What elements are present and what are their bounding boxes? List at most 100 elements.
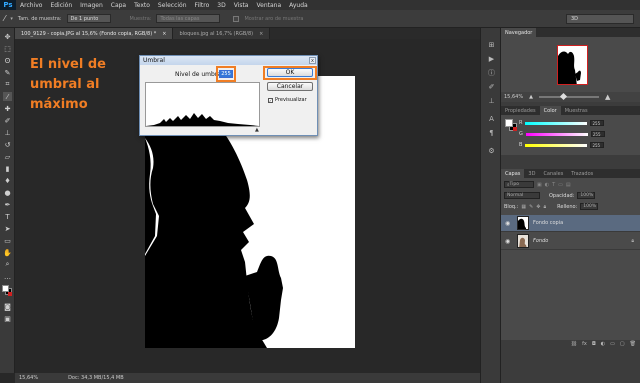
layer-kind-select[interactable]: ⌕ Tipo [504, 181, 534, 188]
nav-zoom-knob[interactable] [559, 92, 567, 101]
move-tool-icon[interactable]: ✥ [3, 32, 12, 41]
foreground-color-swatch[interactable] [2, 285, 9, 292]
mask-icon[interactable]: ◘ [592, 341, 596, 347]
info-panel-icon[interactable]: ⓘ [487, 68, 496, 77]
sample-size-select[interactable]: De 1 punto [66, 14, 111, 23]
threshold-slider-handle[interactable]: ▲ [255, 127, 259, 133]
tab-paths[interactable]: Trazados [567, 169, 597, 178]
close-tab-icon[interactable]: × [162, 31, 166, 37]
blend-mode-select[interactable]: Normal [504, 192, 540, 199]
green-value[interactable]: 255 [590, 131, 605, 137]
eye-icon[interactable]: ◉ [505, 238, 513, 245]
healing-tool-icon[interactable]: ✚ [3, 104, 12, 113]
zoom-tool-icon[interactable]: ⌕ [3, 260, 12, 269]
red-slider[interactable] [525, 121, 588, 125]
workspace-select[interactable]: 3D [566, 14, 634, 24]
menu-3d[interactable]: 3D [213, 2, 229, 9]
tool-presets-icon[interactable]: ⚙ [487, 146, 496, 155]
folder-icon[interactable]: ▭ [610, 341, 615, 347]
menu-texto[interactable]: Texto [130, 2, 154, 9]
tab-layers[interactable]: Capas [501, 169, 525, 178]
history-brush-tool-icon[interactable]: ↺ [3, 140, 12, 149]
hand-tool-icon[interactable]: ✋ [3, 248, 12, 257]
brush-panel-icon[interactable]: ✐ [487, 82, 496, 91]
dodge-tool-icon[interactable]: ● [3, 188, 12, 197]
navigator-thumbnail[interactable] [557, 45, 588, 85]
fill-field[interactable]: 100% [580, 203, 599, 210]
blue-value[interactable]: 255 [590, 142, 605, 148]
zoom-level[interactable]: 15,64% [19, 375, 38, 381]
tab-channels[interactable]: Canales [539, 169, 567, 178]
layer-row[interactable]: ◉ Fondo copia [501, 215, 640, 232]
shape-tool-icon[interactable]: ▭ [3, 236, 12, 245]
green-slider[interactable] [525, 132, 588, 136]
menu-vista[interactable]: Vista [230, 2, 253, 9]
lasso-tool-icon[interactable]: ʘ [3, 56, 12, 65]
tab-color[interactable]: Color [539, 106, 561, 115]
tab-3d[interactable]: 3D [524, 169, 539, 178]
cancel-button[interactable]: Cancelar [267, 82, 313, 91]
nav-zoom-value[interactable]: 15,64% [504, 94, 523, 100]
new-layer-icon[interactable]: ▢ [620, 341, 625, 347]
menu-filtro[interactable]: Filtro [191, 2, 214, 9]
screen-mode-icon[interactable]: ▣ [3, 314, 12, 323]
document-tab[interactable]: bloques.jpg al 16,7% (RGB/8) × [173, 28, 271, 39]
blur-tool-icon[interactable]: ♦ [3, 176, 12, 185]
eye-icon[interactable]: ◉ [505, 220, 513, 227]
lock-all-icon[interactable]: 🔒︎ [543, 204, 546, 210]
trash-icon[interactable]: 🗑︎ [630, 341, 636, 347]
crop-tool-icon[interactable]: ⌗ [3, 80, 12, 89]
type-tool-icon[interactable]: T [3, 212, 12, 221]
filter-smart-icon[interactable]: ▤ [566, 182, 571, 188]
fx-icon[interactable]: fx [582, 341, 587, 347]
nav-zoom-slider[interactable] [538, 92, 599, 101]
lock-pixels-icon[interactable]: ▦ [521, 204, 526, 210]
link-layers-icon[interactable]: ⛓ [571, 341, 577, 347]
pen-tool-icon[interactable]: ✒ [3, 200, 12, 209]
menu-ventana[interactable]: Ventana [252, 2, 285, 9]
menu-ayuda[interactable]: Ayuda [285, 2, 312, 9]
zoom-out-icon[interactable]: ▲ [529, 94, 533, 100]
ok-button[interactable]: OK [267, 68, 313, 77]
filter-type-icon[interactable]: T [552, 182, 555, 188]
marquee-tool-icon[interactable]: ⬚ [3, 44, 12, 53]
tab-properties[interactable]: Propiedades [501, 106, 540, 115]
tab-navigator[interactable]: Navegador [501, 28, 537, 37]
tab-swatches[interactable]: Muestras [561, 106, 592, 115]
edit-toolbar-icon[interactable]: … [3, 272, 12, 281]
preview-checkbox[interactable]: ✓ [268, 98, 273, 103]
opacity-field[interactable]: 100% [577, 192, 596, 199]
menu-edicion[interactable]: Edición [46, 2, 76, 9]
filter-shape-icon[interactable]: ▭ [558, 182, 563, 188]
filter-pixel-icon[interactable]: ▣ [537, 182, 542, 188]
layer-row[interactable]: ◉ Fondo 🔒︎ [501, 233, 640, 250]
filter-adjust-icon[interactable]: ◐ [545, 182, 549, 188]
document-tab-active[interactable]: 100_9129 - copia.JPG al 15,6% (Fondo cop… [15, 28, 174, 39]
quick-mask-icon[interactable]: ◙ [3, 302, 12, 311]
menu-archivo[interactable]: Archivo [16, 2, 46, 9]
paragraph-panel-icon[interactable]: ¶ [487, 128, 496, 137]
blue-slider[interactable] [525, 143, 588, 147]
eyedropper-icon[interactable]: ⁄ [4, 14, 5, 23]
stamp-tool-icon[interactable]: ⊥ [3, 128, 12, 137]
menu-capa[interactable]: Capa [107, 2, 130, 9]
color-foreground-swatch[interactable] [505, 119, 513, 127]
clone-source-icon[interactable]: ⊥ [487, 96, 496, 105]
quick-select-tool-icon[interactable]: ✎ [3, 68, 12, 77]
dialog-title-bar[interactable]: Umbral x [140, 56, 317, 65]
path-select-tool-icon[interactable]: ➤ [3, 224, 12, 233]
gradient-tool-icon[interactable]: ▮ [3, 164, 12, 173]
eyedropper-tool-icon[interactable]: ⁄ [3, 92, 12, 101]
history-panel-icon[interactable]: ⊞ [487, 40, 496, 49]
actions-panel-icon[interactable]: ▶ [487, 54, 496, 63]
adjustment-layer-icon[interactable]: ◐ [601, 341, 605, 347]
zoom-in-icon[interactable]: ▲ [605, 93, 610, 101]
brush-tool-icon[interactable]: ✐ [3, 116, 12, 125]
character-panel-icon[interactable]: A [487, 114, 496, 123]
lock-paint-icon[interactable]: ✎ [529, 204, 533, 210]
red-value[interactable]: 255 [590, 120, 605, 126]
tool-preset-arrow-icon[interactable]: ▾ [10, 16, 13, 22]
lock-move-icon[interactable]: ✥ [536, 204, 540, 210]
menu-imagen[interactable]: Imagen [76, 2, 107, 9]
menu-seleccion[interactable]: Selección [154, 2, 191, 9]
